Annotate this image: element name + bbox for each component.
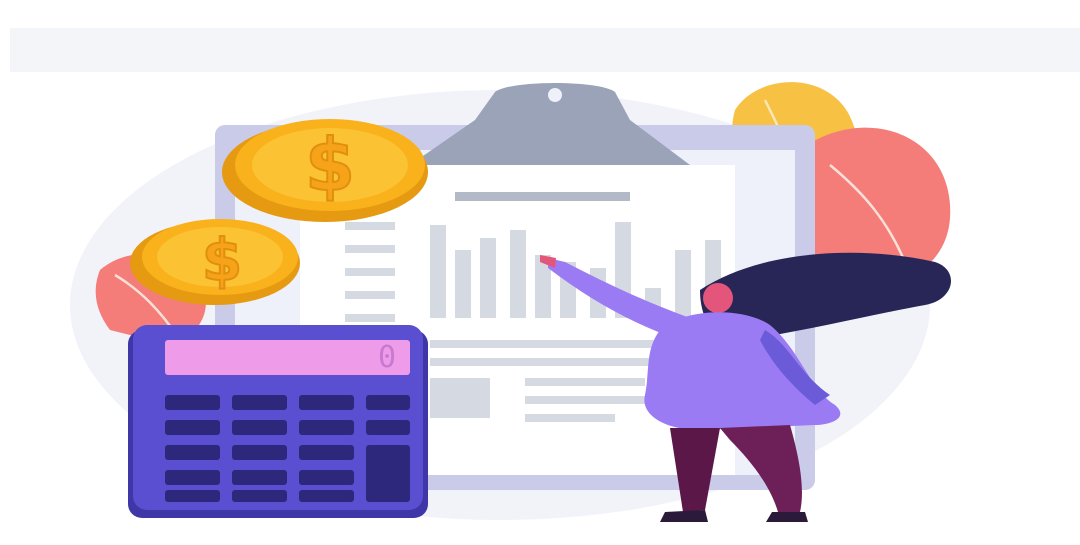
calculator-key bbox=[232, 470, 287, 485]
calculator-key bbox=[232, 395, 287, 410]
calculator-key bbox=[299, 470, 354, 485]
graph-bar bbox=[430, 225, 446, 318]
text-line bbox=[525, 414, 615, 422]
text-line bbox=[345, 268, 395, 276]
woman-face bbox=[703, 283, 733, 313]
calculator-key bbox=[299, 395, 354, 410]
text-line bbox=[345, 222, 395, 230]
calculator-key bbox=[232, 490, 287, 502]
financial-report-illustration: $ $ 0 bbox=[10, 28, 1080, 522]
top-band bbox=[10, 28, 1080, 72]
text-line bbox=[345, 291, 395, 299]
text-line bbox=[525, 396, 645, 404]
calculator: 0 bbox=[128, 325, 428, 518]
calculator-key bbox=[165, 395, 220, 410]
illustration-canvas: $ $ 0 bbox=[0, 0, 1080, 545]
calculator-key bbox=[165, 490, 220, 502]
calculator-display-value: 0 bbox=[378, 340, 396, 375]
calculator-key bbox=[165, 420, 220, 435]
graph-bar bbox=[480, 238, 496, 318]
calculator-key bbox=[165, 445, 220, 460]
text-line bbox=[525, 378, 645, 386]
text-line bbox=[430, 358, 650, 366]
woman-shoe bbox=[766, 512, 808, 522]
calculator-display bbox=[165, 340, 410, 375]
dollar-sign-icon: $ bbox=[305, 123, 355, 207]
calculator-key bbox=[299, 490, 354, 502]
graph-bar bbox=[455, 250, 471, 318]
calculator-key bbox=[366, 395, 410, 410]
calculator-key bbox=[232, 445, 287, 460]
calculator-key bbox=[366, 420, 410, 435]
calculator-key bbox=[232, 420, 287, 435]
calculator-key bbox=[299, 445, 354, 460]
calculator-equals-key bbox=[366, 445, 410, 502]
dollar-sign-icon: $ bbox=[202, 226, 242, 294]
calculator-key bbox=[165, 470, 220, 485]
report-image-block bbox=[430, 378, 490, 418]
graph-bar bbox=[510, 230, 526, 318]
graph-bar bbox=[675, 250, 691, 318]
text-line bbox=[345, 245, 395, 253]
report-title-bar bbox=[455, 192, 630, 201]
clip-hole bbox=[548, 88, 562, 102]
calculator-key bbox=[299, 420, 354, 435]
woman-shoe bbox=[660, 510, 708, 522]
text-line bbox=[345, 314, 395, 322]
